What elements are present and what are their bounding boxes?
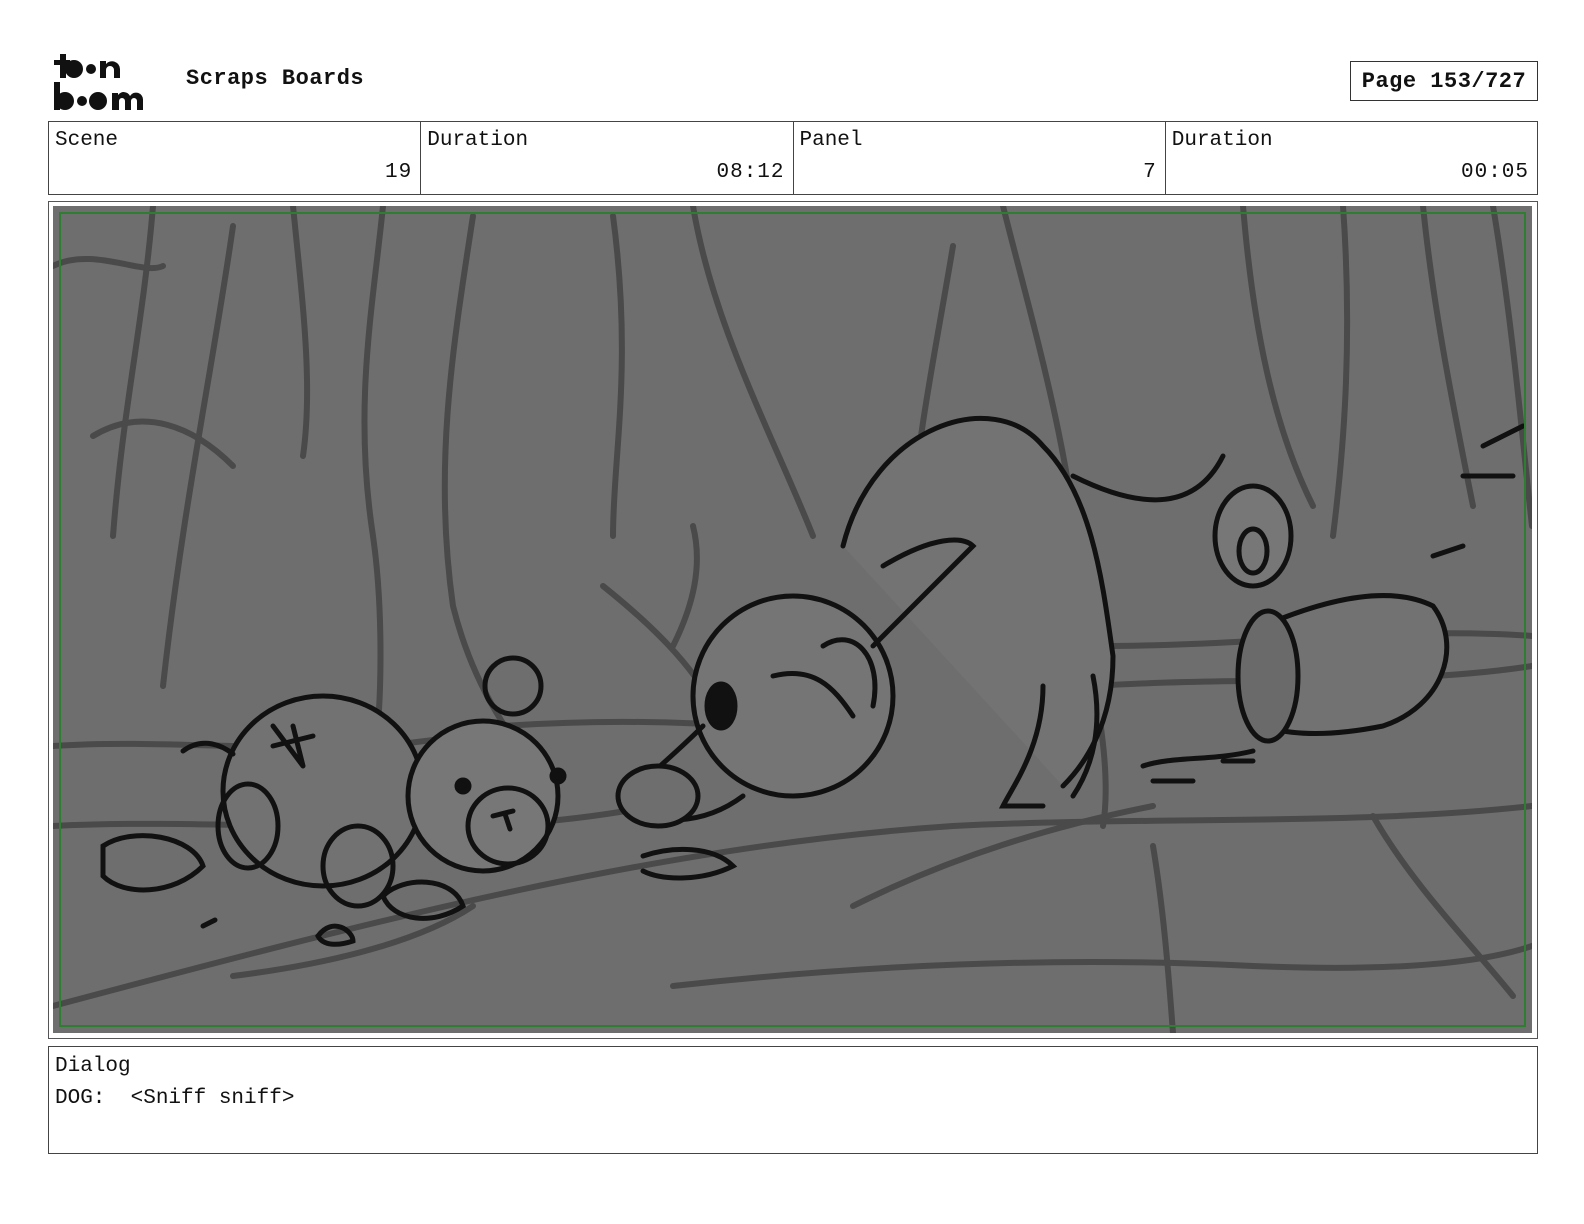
panel-cell: Panel 7 xyxy=(794,122,1166,194)
panel-info-row: Scene 19 Duration 08:12 Panel 7 Duration… xyxy=(48,121,1538,195)
panel-duration-label: Duration xyxy=(1171,129,1273,152)
dialog-box: Dialog DOG: <Sniff sniff> xyxy=(48,1046,1538,1154)
scene-label: Scene xyxy=(55,129,119,152)
project-title: Scraps Boards xyxy=(186,66,365,91)
scene-value: 19 xyxy=(385,161,413,184)
panel-duration-cell: Duration 00:05 xyxy=(1166,122,1537,194)
toon-boom-logo xyxy=(54,54,144,110)
storyboard-sketch-image xyxy=(53,206,1532,1033)
page-number: Page 153/727 xyxy=(1350,61,1538,101)
panel-duration-value: 00:05 xyxy=(1460,161,1529,184)
panel-label: Panel xyxy=(799,129,863,152)
storyboard-panel-frame xyxy=(48,201,1538,1039)
dialog-text: DOG: <Sniff sniff> xyxy=(55,1087,295,1110)
panel-value: 7 xyxy=(1143,161,1157,184)
scene-cell: Scene 19 xyxy=(49,122,422,194)
dialog-label: Dialog xyxy=(55,1055,131,1078)
scene-duration-cell: Duration 08:12 xyxy=(421,122,794,194)
scene-duration-value: 08:12 xyxy=(716,161,785,184)
scene-duration-label: Duration xyxy=(427,129,529,152)
